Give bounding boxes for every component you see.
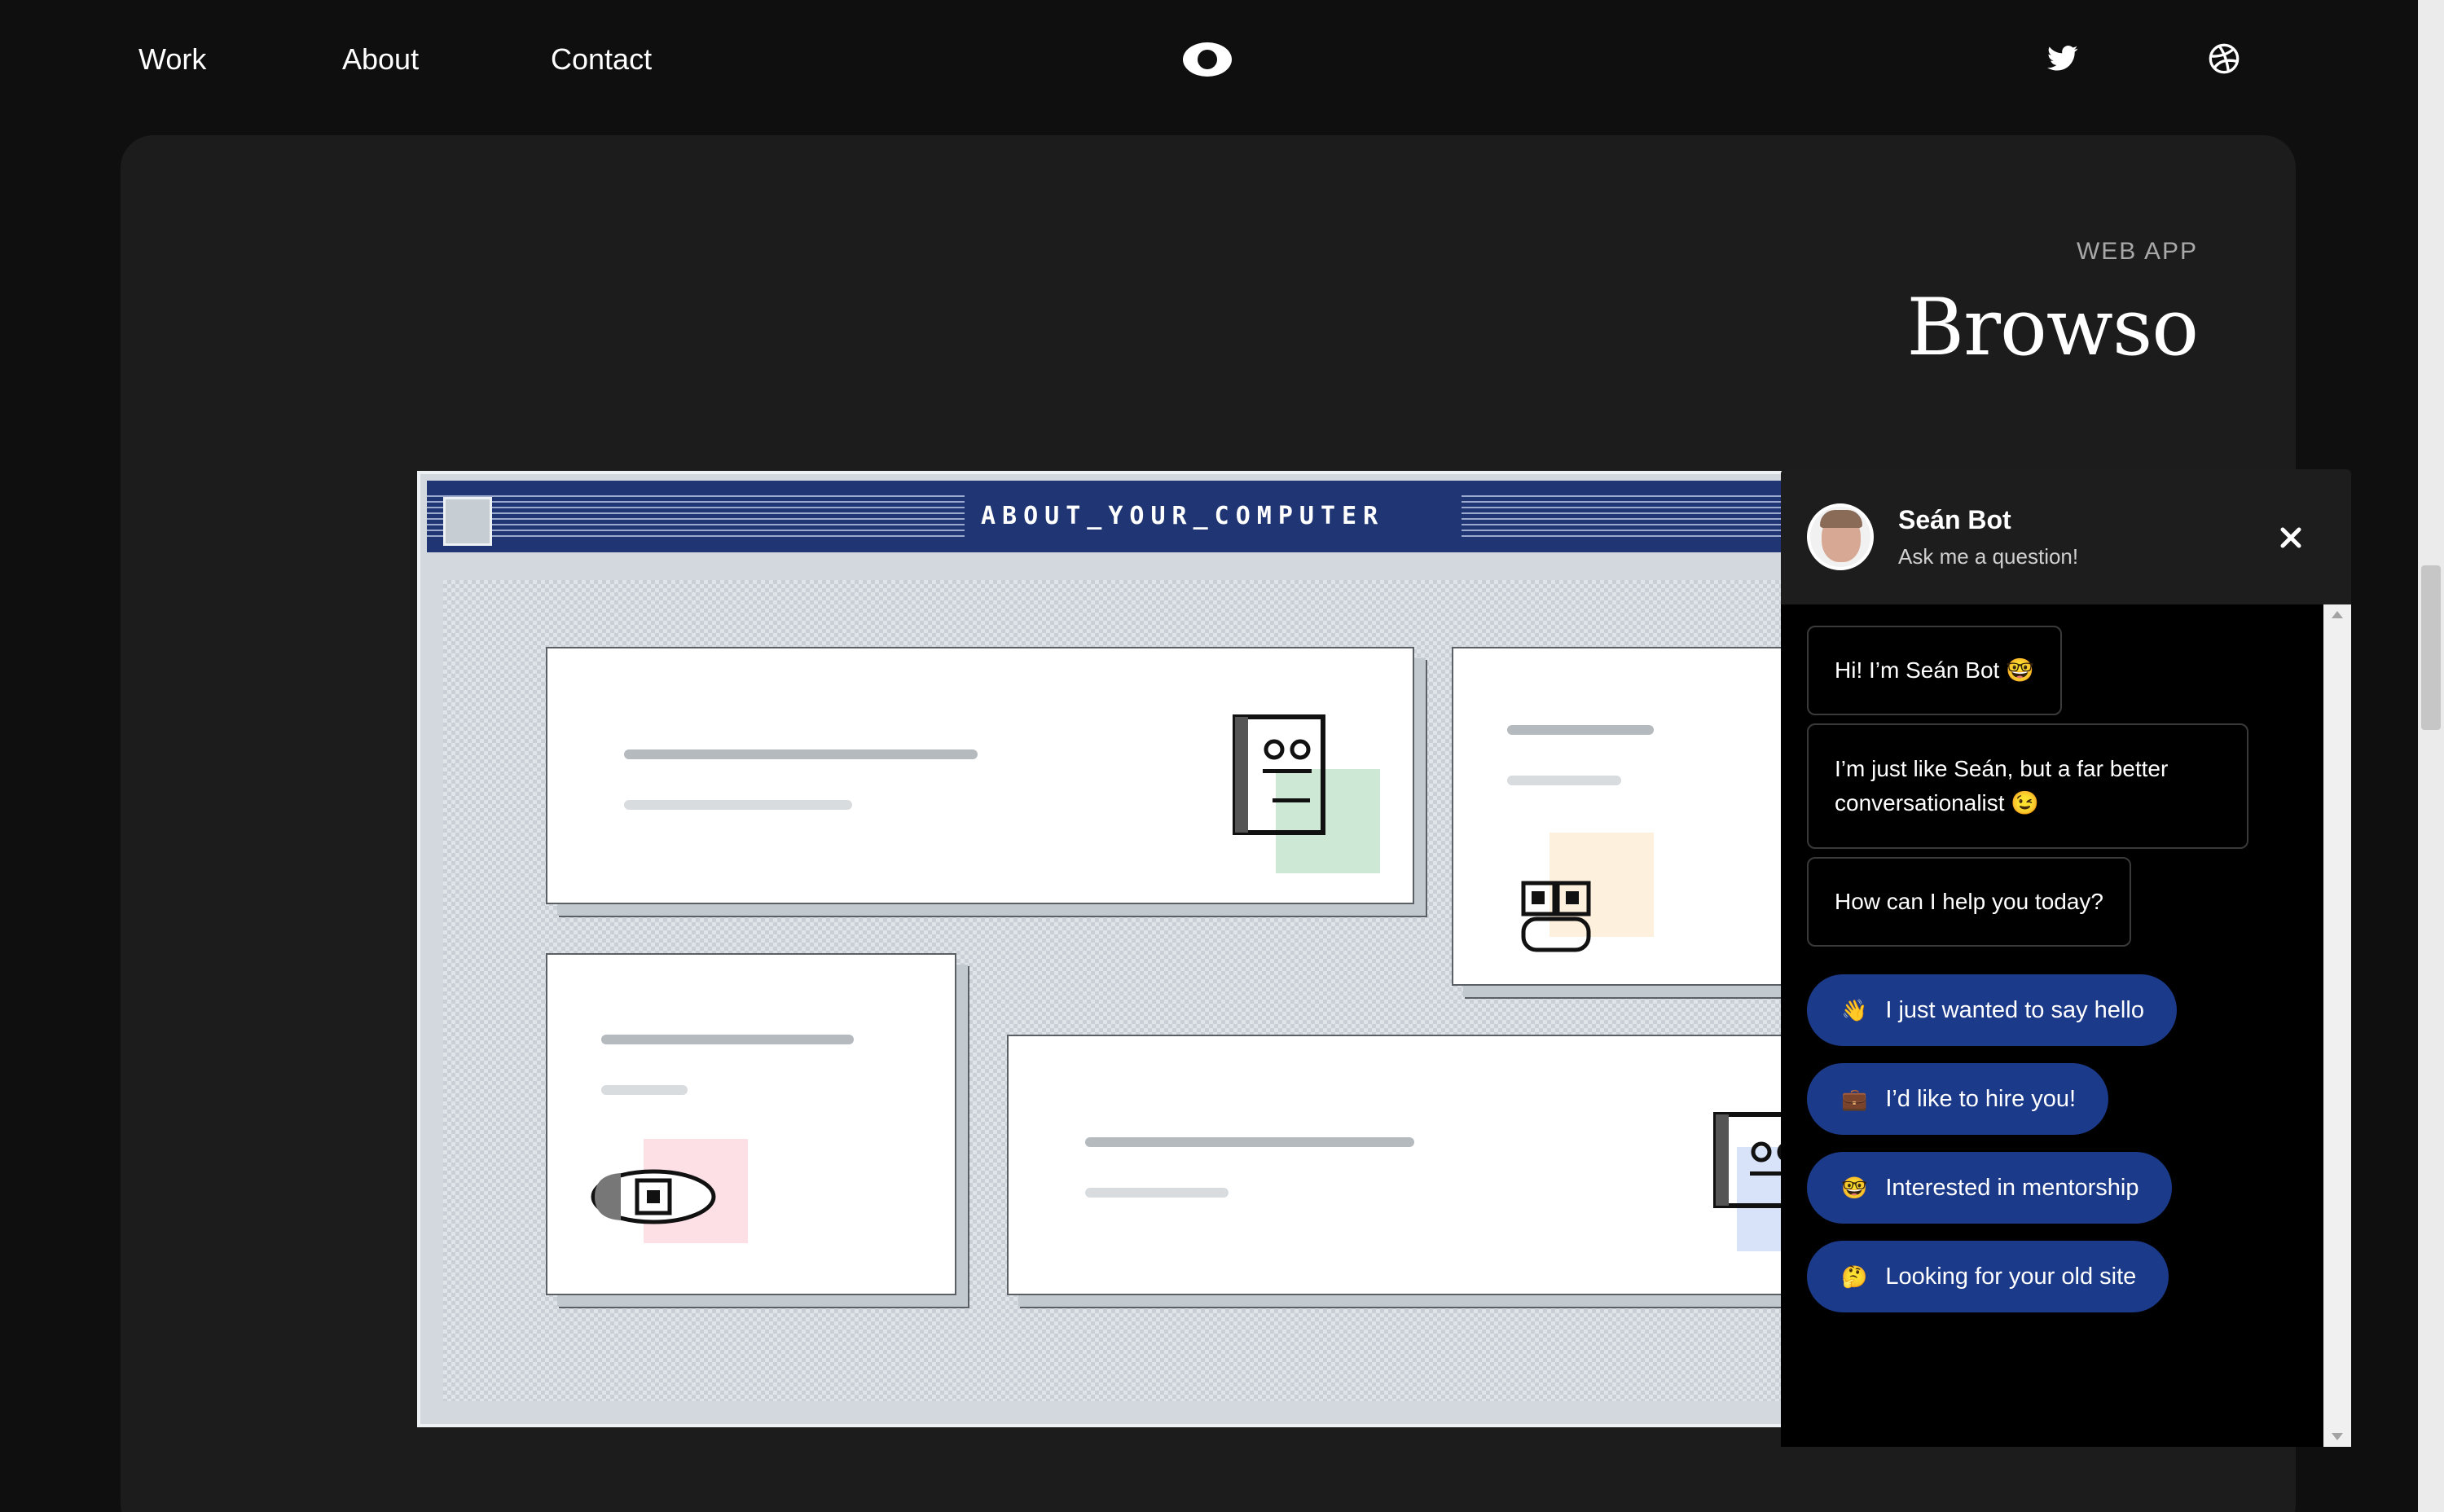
eye-logo-icon[interactable] (1183, 42, 1232, 77)
placeholder-line (1507, 776, 1621, 785)
retro-window-title: ABOUT_YOUR_COMPUTER (981, 502, 1385, 530)
bot-message: I’m just like Seán, but a far better con… (1807, 723, 2248, 849)
page-scrollbar-thumb[interactable] (2421, 565, 2441, 730)
pixel-eye-icon (591, 1169, 716, 1224)
placeholder-line (624, 800, 852, 810)
quick-reply-mentorship-button[interactable]: 🤓 Interested in mentorship (1807, 1152, 2172, 1224)
titlebar-stripes (1462, 495, 1799, 538)
placeholder-line (624, 749, 978, 759)
bot-message-text: How can I help you today? (1835, 889, 2103, 914)
preview-panel (1007, 1035, 1799, 1295)
chat-scrollbar[interactable] (2323, 604, 2351, 1447)
pixel-book-icon (1233, 714, 1325, 835)
bot-subtitle: Ask me a question! (1898, 544, 2079, 569)
quick-reply-old-site-button[interactable]: 🤔 Looking for your old site (1807, 1241, 2169, 1312)
quick-reply-label: I just wanted to say hello (1885, 996, 2144, 1023)
waving-hand-icon: 👋 (1841, 997, 1868, 1022)
quick-reply-label: Interested in mentorship (1885, 1174, 2139, 1201)
placeholder-line (1085, 1137, 1414, 1147)
quick-reply-label: Looking for your old site (1885, 1263, 2137, 1290)
project-title: Browso (1906, 282, 2199, 373)
bot-message-text: Hi! I’m Seán Bot 🤓 (1835, 657, 2034, 683)
window-close-box (443, 497, 492, 546)
bot-message: Hi! I’m Seán Bot 🤓 (1807, 626, 2062, 715)
placeholder-line (601, 1035, 854, 1044)
close-icon[interactable] (2273, 520, 2309, 556)
scroll-up-arrow-icon[interactable] (2332, 611, 2343, 618)
retro-titlebar: ABOUT_YOUR_COMPUTER (427, 481, 1799, 552)
chatbot-widget: Seán Bot Ask me a question! Hi! I’m Seán… (1781, 469, 2351, 1447)
nav-work-link[interactable]: Work (138, 42, 206, 77)
preview-panel (546, 953, 956, 1295)
dribbble-icon[interactable] (2208, 42, 2240, 75)
chat-header: Seán Bot Ask me a question! (1781, 469, 2351, 604)
nav-contact-link[interactable]: Contact (551, 42, 652, 77)
project-preview-window: ABOUT_YOUR_COMPUTER (417, 471, 1802, 1427)
nav-about-link[interactable]: About (342, 42, 419, 77)
avatar (1807, 503, 1874, 570)
placeholder-line (1507, 725, 1654, 735)
preview-panel (546, 647, 1414, 904)
pixel-face-icon (1521, 881, 1591, 952)
placeholder-line (601, 1085, 688, 1095)
preview-panel (1452, 647, 1794, 986)
bot-message: How can I help you today? (1807, 857, 2131, 947)
scroll-down-arrow-icon[interactable] (2332, 1433, 2343, 1440)
retro-window-body (443, 580, 1799, 1401)
bot-message-text: I’m just like Seán, but a far better con… (1835, 756, 2169, 815)
placeholder-line (1085, 1188, 1229, 1198)
twitter-icon[interactable] (2046, 42, 2079, 75)
project-category: WEB APP (2076, 238, 2198, 265)
quick-reply-hello-button[interactable]: 👋 I just wanted to say hello (1807, 974, 2177, 1046)
quick-reply-label: I’d like to hire you! (1885, 1085, 2077, 1112)
quick-reply-hire-button[interactable]: 💼 I’d like to hire you! (1807, 1063, 2109, 1135)
bot-name: Seán Bot (1898, 505, 2011, 534)
thinking-face-icon: 🤔 (1841, 1264, 1868, 1289)
page-scrollbar[interactable] (2418, 0, 2444, 1512)
nerd-face-icon: 🤓 (1841, 1175, 1868, 1200)
briefcase-icon: 💼 (1841, 1086, 1868, 1111)
avatar-hair (1820, 510, 1862, 528)
titlebar-stripes (427, 495, 965, 538)
